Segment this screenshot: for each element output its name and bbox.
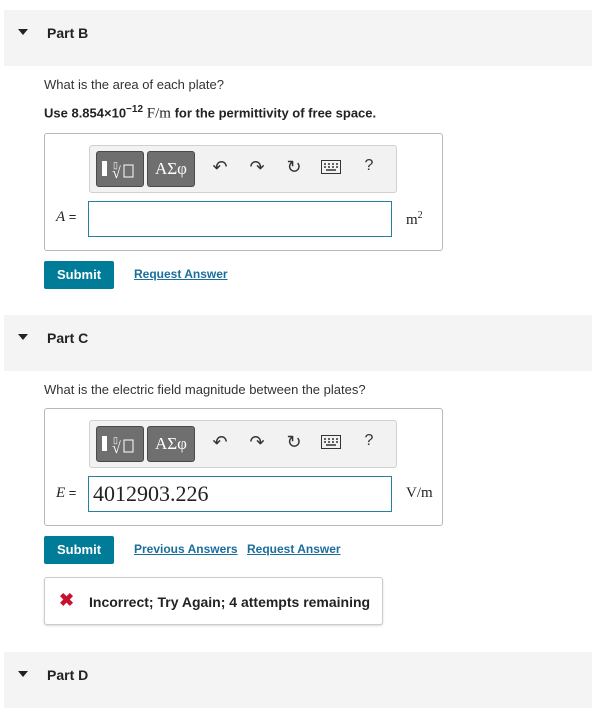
feedback-message: Incorrect; Try Again; 4 attempts remaini… — [89, 594, 371, 610]
undo-icon[interactable]: ↶ — [209, 157, 231, 178]
help-icon[interactable]: ? — [358, 432, 380, 450]
part-c-math-toolbar: ▯ √ ΑΣφ ↶ ↷ ↻ ? — [89, 420, 397, 468]
part-b-var-label: A = — [56, 209, 77, 225]
greek-symbols-icon[interactable]: ΑΣφ — [147, 151, 195, 187]
part-b-math-toolbar: ▯ √ ΑΣφ ↶ ↷ ↻ ? — [89, 145, 397, 193]
svg-text:√: √ — [112, 165, 121, 182]
redo-icon[interactable]: ↷ — [246, 432, 268, 453]
part-b-hint: Use 8.854×10−12 F/m for the permittivity… — [44, 104, 377, 122]
part-c-unit: V/m — [406, 485, 433, 501]
templates-icon[interactable]: ▯ √ — [96, 426, 144, 462]
reset-icon[interactable]: ↻ — [283, 157, 305, 178]
part-b-request-answer-link[interactable]: Request Answer — [134, 267, 228, 281]
help-icon[interactable]: ? — [358, 157, 380, 175]
part-c-title: Part C — [47, 330, 89, 346]
reset-icon[interactable]: ↻ — [283, 432, 305, 453]
part-b-unit: m2 — [406, 210, 423, 228]
part-c-previous-answers-link[interactable]: Previous Answers — [134, 542, 238, 556]
collapse-triangle-icon[interactable] — [18, 29, 28, 35]
collapse-triangle-icon[interactable] — [18, 671, 28, 677]
keyboard-icon[interactable] — [320, 158, 342, 179]
part-b-submit-button[interactable]: Submit — [44, 261, 114, 289]
part-b-header[interactable]: Part B — [4, 10, 592, 66]
templates-icon[interactable]: ▯ √ — [96, 151, 144, 187]
feedback-box: ✖ Incorrect; Try Again; 4 attempts remai… — [44, 577, 383, 625]
greek-symbols-icon[interactable]: ΑΣφ — [147, 426, 195, 462]
part-c-var-label: E = — [56, 485, 77, 501]
collapse-triangle-icon[interactable] — [18, 334, 28, 340]
part-b-question: What is the area of each plate? — [44, 77, 224, 92]
part-d-title: Part D — [47, 667, 89, 683]
part-d-header[interactable]: Part D — [4, 652, 592, 708]
redo-icon[interactable]: ↷ — [246, 157, 268, 178]
svg-text:√: √ — [112, 440, 121, 457]
undo-icon[interactable]: ↶ — [209, 432, 231, 453]
keyboard-icon[interactable] — [320, 433, 342, 454]
part-c-request-answer-link[interactable]: Request Answer — [247, 542, 341, 556]
part-c-question: What is the electric field magnitude bet… — [44, 382, 366, 397]
part-c-header[interactable]: Part C — [4, 315, 592, 371]
part-c-answer-input[interactable] — [88, 476, 392, 512]
part-c-submit-button[interactable]: Submit — [44, 536, 114, 564]
incorrect-x-icon: ✖ — [59, 590, 75, 610]
part-b-answer-input[interactable] — [88, 201, 392, 237]
part-b-title: Part B — [47, 25, 89, 41]
